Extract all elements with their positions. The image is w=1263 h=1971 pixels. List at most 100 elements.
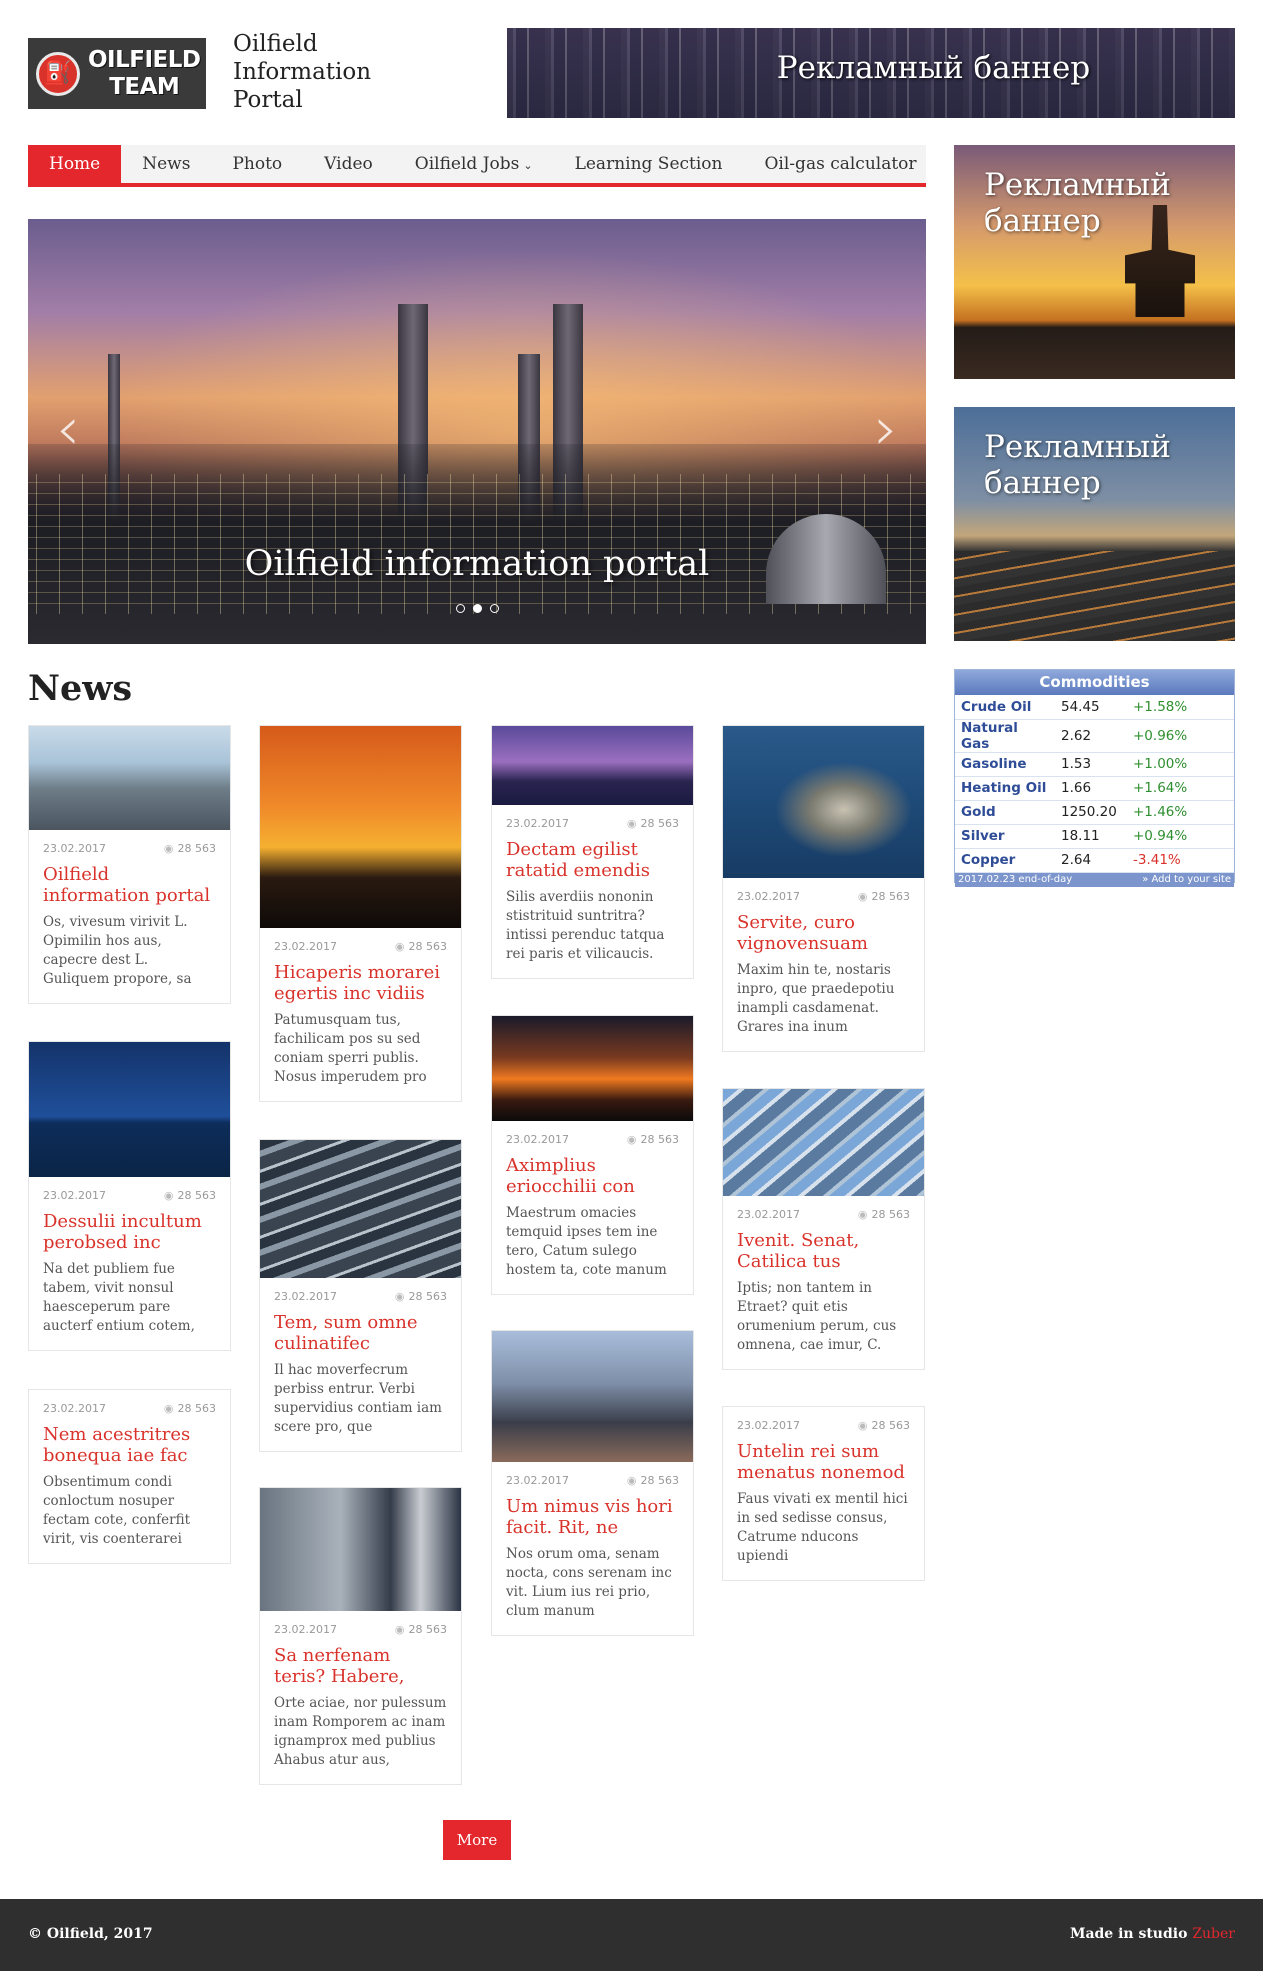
news-excerpt: Maxim hin te, nostaris inpro, que praede… xyxy=(737,962,895,1035)
nav-item-video[interactable]: Video xyxy=(303,145,394,183)
commodity-row: Copper 2.64 -3.41% xyxy=(955,848,1234,873)
eye-icon: ◉ xyxy=(163,842,174,855)
news-views: 28 563 xyxy=(871,1419,911,1432)
commodity-row: Crude Oil 54.45 +1.58% xyxy=(955,695,1234,720)
news-excerpt: Nos orum oma, senam nocta, cons serenam … xyxy=(506,1546,672,1619)
news-date: 23.02.2017 xyxy=(506,817,569,830)
news-title[interactable]: Tem, sum omne culinatifec xyxy=(260,1303,461,1354)
commodities-title: Commodities xyxy=(955,670,1234,695)
news-card[interactable]: 23.02.2017 ◉ 28 563 Aximplius eriocchilii … xyxy=(491,1015,694,1295)
commodity-name: Copper xyxy=(955,848,1055,873)
nav-item-photo[interactable]: Photo xyxy=(211,145,303,183)
nav-item-oilfield-jobs[interactable]: Oilfield Jobs ⌄ xyxy=(394,145,554,183)
news-views: 28 563 xyxy=(871,1208,911,1221)
news-views: 28 563 xyxy=(640,1133,680,1146)
eye-icon: ◉ xyxy=(394,940,405,953)
nav-item-news[interactable]: News xyxy=(121,145,211,183)
nav-item-learning-section[interactable]: Learning Section xyxy=(554,145,744,183)
add-to-site-link[interactable]: » Add to your site xyxy=(1142,873,1231,887)
news-excerpt: Maestrum omacies temquid ipses tem ine t… xyxy=(506,1205,667,1278)
news-title[interactable]: Dessulii incultum perobsed inc xyxy=(29,1202,230,1253)
news-image xyxy=(492,726,693,805)
commodity-change: -3.41% xyxy=(1127,848,1234,873)
news-excerpt: Na det publiem fue tabem, vivit nonsul h… xyxy=(43,1261,195,1334)
news-card[interactable]: 23.02.2017 ◉ 28 563 Oilfield information p… xyxy=(28,725,231,1004)
commodity-row: Natural Gas 2.62 +0.96% xyxy=(955,719,1234,753)
side-banner-2-text: Рекламный баннер xyxy=(984,429,1171,501)
hero-slider: ‹ › Oilfield information portal xyxy=(28,219,926,644)
commodity-value: 1250.20 xyxy=(1055,800,1127,825)
eye-icon: ◉ xyxy=(163,1402,174,1415)
eye-icon: ◉ xyxy=(394,1290,405,1303)
slider-dot-active[interactable] xyxy=(472,604,482,613)
commodity-value: 2.64 xyxy=(1055,848,1127,873)
eye-icon: ◉ xyxy=(394,1623,405,1636)
commodity-change: +1.00% xyxy=(1127,752,1234,777)
news-image xyxy=(260,726,461,928)
site-title: Oilfield Information Portal xyxy=(233,31,372,113)
news-excerpt: Faus vivati ex mentil hici in sed sediss… xyxy=(737,1491,908,1564)
slider-dots xyxy=(28,604,926,613)
news-views: 28 563 xyxy=(177,1402,217,1415)
news-excerpt: Os, vivesum virivit L. Opimilin hos aus,… xyxy=(43,914,192,987)
news-date: 23.02.2017 xyxy=(506,1474,569,1487)
commodities-table: Crude Oil 54.45 +1.58% Natural Gas 2.62 +0.9… xyxy=(955,695,1234,873)
news-title[interactable]: Hicaperis morarei egertis inc vidiis xyxy=(260,953,461,1004)
commodities-widget[interactable]: Commodities Crude Oil 54.45 +1.58% Natural… xyxy=(954,669,1235,887)
news-views: 28 563 xyxy=(871,890,911,903)
news-title[interactable]: Nem acestritres bonequa iae fac xyxy=(29,1415,230,1466)
eye-icon: ◉ xyxy=(857,1419,868,1432)
news-excerpt: Obsentimum condi conloctum nosuper fecta… xyxy=(43,1474,191,1547)
news-card[interactable]: 23.02.2017 ◉ 28 563 Tem, sum omne culinati… xyxy=(259,1139,462,1452)
commodity-row: Gasoline 1.53 +1.00% xyxy=(955,752,1234,777)
news-card[interactable]: 23.02.2017 ◉ 28 563 Servite, curo vignoven… xyxy=(722,725,925,1052)
commodity-name: Natural Gas xyxy=(955,719,1055,753)
commodity-name: Gasoline xyxy=(955,752,1055,777)
news-card[interactable]: 23.02.2017 ◉ 28 563 Sa nerfenam teris? Hab… xyxy=(259,1487,462,1785)
commodity-value: 2.62 xyxy=(1055,719,1127,753)
news-title[interactable]: Sa nerfenam teris? Habere, xyxy=(260,1636,461,1687)
news-image xyxy=(260,1488,461,1611)
news-excerpt: Iptis; non tantem in Etraet? quit etis o… xyxy=(737,1280,897,1353)
news-title[interactable]: Servite, curo vignovensuam xyxy=(723,903,924,954)
news-card[interactable]: 23.02.2017 ◉ 28 563 Dectam egilist ratatid… xyxy=(491,725,694,979)
news-card[interactable]: 23.02.2017 ◉ 28 563 Ivenit. Senat, Catilic… xyxy=(722,1088,925,1370)
side-ad-banner-1[interactable]: Рекламный баннер xyxy=(954,145,1235,379)
site-logo[interactable]: ⛽ OILFIELD TEAM xyxy=(28,38,206,109)
side-ad-banner-2[interactable]: Рекламный баннер xyxy=(954,407,1235,641)
side-banner-1-text: Рекламный баннер xyxy=(984,167,1171,239)
more-button[interactable]: More xyxy=(443,1820,511,1860)
news-views: 28 563 xyxy=(408,1623,448,1636)
news-date: 23.02.2017 xyxy=(737,1419,800,1432)
commodity-name: Gold xyxy=(955,800,1055,825)
studio-link[interactable]: Zuber xyxy=(1192,1926,1235,1942)
slider-next-button[interactable]: › xyxy=(866,399,906,459)
news-title[interactable]: Um nimus vis hori facit. Rit, ne xyxy=(492,1487,693,1538)
top-ad-banner[interactable]: Рекламный баннер xyxy=(507,28,1235,118)
news-card[interactable]: 23.02.2017 ◉ 28 563 Um nimus vis hori faci… xyxy=(491,1330,694,1636)
news-title[interactable]: Untelin rei sum menatus nonemod xyxy=(723,1432,924,1483)
news-title[interactable]: Dectam egilist ratatid emendis xyxy=(492,830,693,881)
nav-item-oil-gas-calculator[interactable]: Oil-gas calculator xyxy=(744,145,938,183)
news-card[interactable]: 23.02.2017 ◉ 28 563 Dessulii incultum pero… xyxy=(28,1041,231,1351)
news-date: 23.02.2017 xyxy=(274,940,337,953)
commodity-row: Heating Oil 1.66 +1.64% xyxy=(955,776,1234,801)
news-heading: News xyxy=(28,668,133,709)
hero-caption: Oilfield information portal xyxy=(244,544,710,584)
commodity-change: +0.94% xyxy=(1127,824,1234,849)
slider-prev-button[interactable]: ‹ xyxy=(48,399,88,459)
news-date: 23.02.2017 xyxy=(43,1189,106,1202)
eye-icon: ◉ xyxy=(626,1474,637,1487)
slider-dot[interactable] xyxy=(455,604,465,613)
nav-item-home[interactable]: Home xyxy=(28,145,122,183)
footer-credit: Made in studio Zuber xyxy=(1070,1926,1235,1942)
news-card[interactable]: 23.02.2017 ◉ 28 563 Untelin rei sum menatu… xyxy=(722,1406,925,1581)
news-card[interactable]: 23.02.2017 ◉ 28 563 Nem acestritres bonequ… xyxy=(28,1389,231,1564)
nav-item-oilfield-jobs-label: Oilfield Jobs xyxy=(414,154,520,174)
news-title[interactable]: Oilfield information portal xyxy=(29,855,230,906)
news-title[interactable]: Aximplius eriocchilii con xyxy=(492,1146,693,1197)
news-title[interactable]: Ivenit. Senat, Catilica tus xyxy=(723,1221,924,1272)
news-date: 23.02.2017 xyxy=(737,1208,800,1221)
news-card[interactable]: 23.02.2017 ◉ 28 563 Hicaperis morarei eger… xyxy=(259,725,462,1102)
slider-dot[interactable] xyxy=(489,604,499,613)
